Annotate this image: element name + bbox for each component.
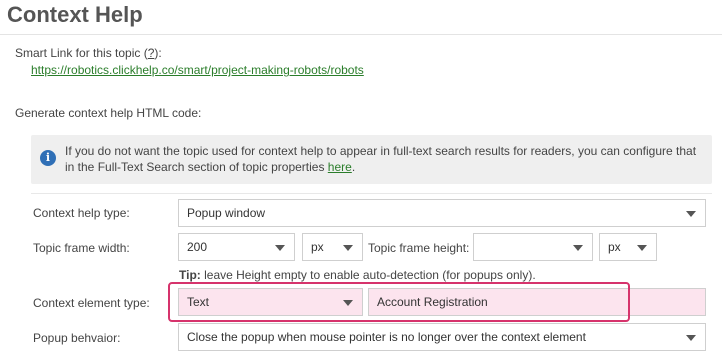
tip-text: leave Height empty to enable auto-detect… xyxy=(200,268,536,282)
topic-frame-width-select[interactable]: 200 xyxy=(178,233,295,261)
chevron-down-icon xyxy=(637,245,647,251)
smart-link-label: Smart Link for this topic (?): xyxy=(15,46,162,60)
context-help-type-value: Popup window xyxy=(187,206,266,220)
topic-frame-width-unit-select[interactable]: px xyxy=(302,233,363,261)
chevron-down-icon xyxy=(573,245,583,251)
generate-html-label: Generate context help HTML code: xyxy=(15,106,202,120)
smart-link-label-prefix: Smart Link for this topic ( xyxy=(15,46,148,60)
info-text-body: If you do not want the topic used for co… xyxy=(65,144,697,174)
info-text: If you do not want the topic used for co… xyxy=(65,143,705,175)
section-divider xyxy=(31,193,712,194)
popup-behavior-select[interactable]: Close the popup when mouse pointer is no… xyxy=(178,323,706,351)
info-text-end: . xyxy=(351,160,356,174)
topic-frame-height-unit: px xyxy=(608,240,621,254)
page-title: Context Help xyxy=(7,2,143,27)
chevron-down-icon xyxy=(686,211,696,217)
topic-frame-height-label: Topic frame height: xyxy=(368,241,470,255)
context-help-type-label: Context help type: xyxy=(33,206,130,220)
chevron-down-icon xyxy=(275,245,285,251)
highlight-frame xyxy=(168,282,630,322)
popup-behavior-value: Close the popup when mouse pointer is no… xyxy=(187,330,586,344)
topic-frame-width-unit: px xyxy=(311,240,324,254)
info-here-link[interactable]: here xyxy=(328,160,352,174)
title-divider xyxy=(0,34,722,35)
topic-frame-width-label: Topic frame width: xyxy=(33,241,130,255)
tip-label: Tip: xyxy=(179,268,201,282)
smart-link-url[interactable]: https://robotics.clickhelp.co/smart/proj… xyxy=(31,63,364,77)
smart-link-label-suffix: ): xyxy=(154,46,162,60)
topic-frame-height-unit-select[interactable]: px xyxy=(599,233,657,261)
height-tip: Tip: leave Height empty to enable auto-d… xyxy=(179,268,536,282)
context-element-type-label: Context element type: xyxy=(33,296,150,310)
topic-frame-width-value: 200 xyxy=(187,240,208,254)
popup-behavior-label: Popup behvaior: xyxy=(33,331,121,345)
context-help-type-select[interactable]: Popup window xyxy=(178,199,706,227)
chevron-down-icon xyxy=(343,245,353,251)
info-icon: i xyxy=(40,150,56,166)
topic-frame-height-select[interactable] xyxy=(473,233,593,261)
chevron-down-icon xyxy=(686,335,696,341)
info-box: i If you do not want the topic used for … xyxy=(31,135,712,184)
